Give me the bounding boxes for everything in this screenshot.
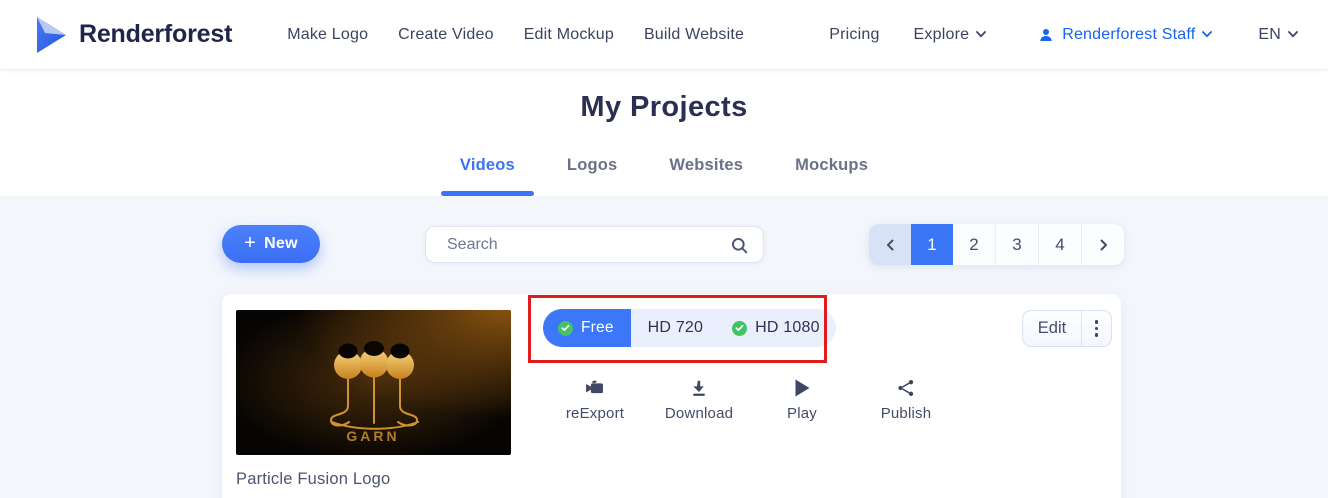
download-icon: [693, 380, 705, 396]
nav-pricing[interactable]: Pricing: [829, 26, 879, 44]
new-project-button[interactable]: + New: [222, 225, 320, 263]
language-code: EN: [1258, 25, 1281, 43]
download-label: Download: [664, 405, 734, 422]
nav-edit-mockup[interactable]: Edit Mockup: [524, 26, 614, 44]
search-icon[interactable]: [731, 237, 748, 254]
pagination-page-3[interactable]: 3: [995, 224, 1038, 265]
quality-hd720-label: HD 720: [647, 319, 704, 336]
renderforest-logo[interactable]: Renderforest: [30, 14, 232, 56]
explore-menu[interactable]: Explore: [914, 26, 987, 44]
pagination-next[interactable]: [1081, 224, 1124, 265]
nav-build-website[interactable]: Build Website: [644, 26, 744, 44]
project-thumbnail[interactable]: GARN: [236, 310, 511, 455]
plus-icon: +: [244, 232, 257, 254]
project-card: GARN Particle Fusion Logo Free HD 720 HD…: [222, 294, 1121, 498]
explore-label: Explore: [913, 25, 970, 43]
project-title: Particle Fusion Logo: [236, 470, 391, 488]
more-options-button[interactable]: [1082, 311, 1111, 346]
tab-mockups[interactable]: Mockups: [789, 156, 874, 196]
quality-hd1080-label: HD 1080: [755, 319, 820, 336]
chevron-right-icon: [1100, 239, 1107, 250]
camera-icon: [585, 380, 603, 394]
chevron-left-icon: [886, 239, 893, 250]
tab-logos[interactable]: Logos: [561, 156, 624, 196]
nav-create-video[interactable]: Create Video: [398, 26, 494, 44]
top-navigation-bar: Renderforest Make Logo Create Video Edit…: [0, 0, 1328, 70]
play-icon: [795, 379, 810, 397]
quality-free-label: Free: [581, 319, 614, 336]
chevron-down-icon: [1288, 31, 1298, 38]
pagination-page-4[interactable]: 4: [1038, 224, 1081, 265]
publish-label: Publish: [880, 405, 932, 422]
quality-hd1080[interactable]: HD 1080: [719, 309, 836, 347]
edit-button-group: Edit: [1022, 310, 1112, 347]
user-account-menu[interactable]: Renderforest Staff: [1038, 25, 1213, 44]
publish-button[interactable]: Publish: [861, 378, 951, 422]
pagination-prev[interactable]: [869, 224, 911, 265]
chevron-down-icon: [1202, 31, 1213, 38]
user-icon: [1040, 28, 1052, 41]
quality-selector: Free HD 720 HD 1080: [543, 309, 836, 347]
projects-section: + New 1 2 3 4: [0, 196, 1328, 498]
quality-free[interactable]: Free: [543, 309, 631, 347]
pagination-page-1[interactable]: 1: [911, 224, 953, 265]
user-name: Renderforest Staff: [1062, 25, 1196, 43]
play-label: Play: [787, 405, 817, 422]
reexport-button[interactable]: reExport: [550, 378, 640, 422]
thumbnail-logo-text: GARN: [346, 428, 399, 444]
download-button[interactable]: Download: [654, 378, 744, 422]
kebab-dot: [1094, 333, 1099, 337]
kebab-dot: [1094, 326, 1099, 331]
nav-right: Pricing Explore Renderforest Staff EN: [829, 26, 1298, 44]
edit-button[interactable]: Edit: [1023, 311, 1081, 346]
play-triangle-logo-icon: [37, 16, 66, 53]
check-icon: [558, 320, 573, 336]
wine-glass-shapes: [334, 341, 414, 379]
quality-hd720[interactable]: HD 720: [631, 309, 719, 347]
chevron-down-icon: [976, 31, 987, 38]
brand-name: Renderforest: [79, 20, 233, 48]
reexport-label: reExport: [565, 405, 625, 422]
nav-make-logo[interactable]: Make Logo: [287, 26, 368, 44]
search-input[interactable]: [426, 227, 763, 262]
new-button-label: New: [264, 235, 298, 252]
pagination: 1 2 3 4: [869, 224, 1124, 265]
main-nav: Make Logo Create Video Edit Mockup Build…: [287, 26, 744, 44]
language-menu[interactable]: EN: [1258, 26, 1298, 44]
page-title: My Projects: [580, 91, 748, 123]
pagination-page-2[interactable]: 2: [953, 224, 995, 265]
play-button[interactable]: Play: [757, 378, 847, 422]
title-area: My Projects Videos Logos Websites Mockup…: [0, 70, 1328, 196]
share-icon: [898, 380, 914, 396]
project-type-tabs: Videos Logos Websites Mockups: [0, 156, 1328, 196]
tab-websites[interactable]: Websites: [663, 156, 749, 196]
check-icon: [732, 320, 748, 336]
search-box: [425, 226, 764, 263]
tab-videos[interactable]: Videos: [440, 156, 534, 196]
kebab-dot: [1094, 320, 1099, 324]
